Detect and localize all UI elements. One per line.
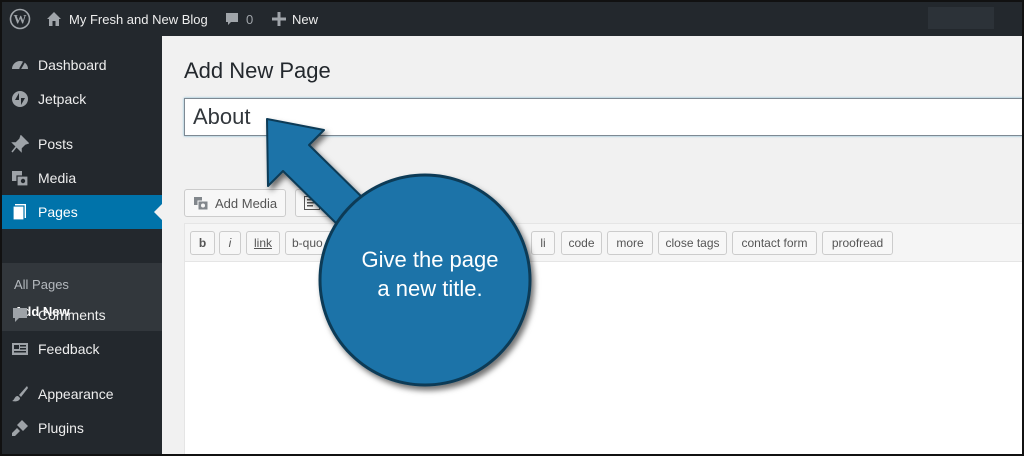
callout-overlay bbox=[266, 118, 532, 387]
callout-line-2: a new title. bbox=[377, 276, 483, 301]
callout-line-1: Give the page bbox=[361, 247, 499, 272]
callout-text: Give the page a new title. bbox=[322, 245, 538, 303]
screenshot-frame: W My Fresh and New Blog 0 New Dashboard … bbox=[0, 0, 1024, 456]
